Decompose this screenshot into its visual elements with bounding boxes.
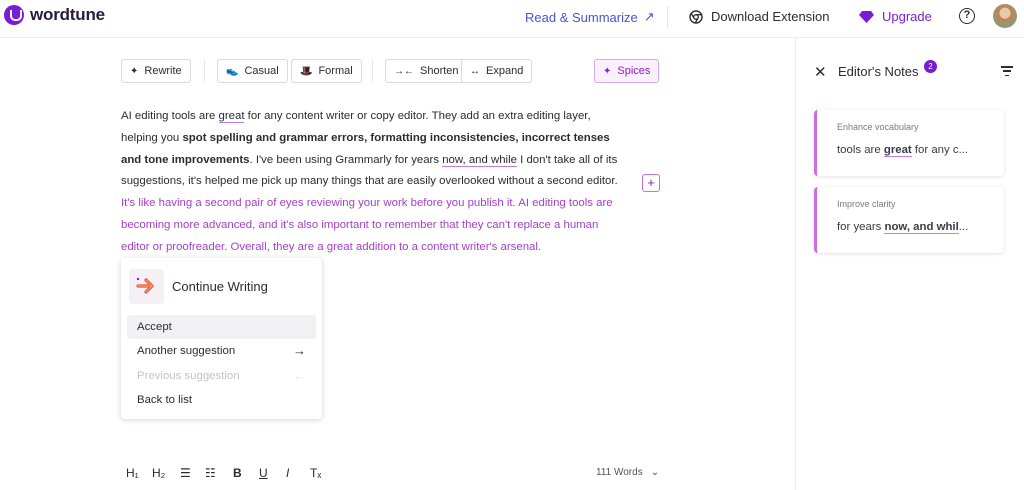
previous-suggestion-label: Previous suggestion (137, 370, 240, 382)
note-tag: Improve clarity (837, 199, 896, 209)
bullet-list-icon[interactable]: ☰ (180, 466, 191, 480)
filter-icon[interactable] (1001, 66, 1013, 79)
arrow-right-icon: → (293, 343, 306, 358)
back-to-list-option[interactable]: Back to list (127, 388, 316, 412)
plus-sparkle-icon: ✦ (603, 65, 612, 77)
word-count-dropdown[interactable]: 111 Words ⌄ (596, 467, 659, 478)
accept-option[interactable]: Accept (127, 315, 316, 339)
shorten-label: Shorten (420, 65, 459, 77)
read-summarize-link[interactable]: Read & Summarize ↗ (525, 9, 655, 25)
divider (667, 6, 668, 28)
chrome-icon (689, 9, 703, 24)
read-summarize-label: Read & Summarize (525, 9, 638, 25)
spices-label: Spices (617, 65, 651, 77)
rewrite-label: Rewrite (144, 65, 182, 77)
another-suggestion-label: Another suggestion (137, 345, 236, 357)
italic-button[interactable]: I (286, 466, 289, 480)
app-name: wordtune (30, 5, 105, 24)
note-pre: for years (837, 221, 885, 233)
avatar[interactable] (993, 4, 1017, 28)
popup-header: Continue Writing (129, 269, 268, 304)
logo-icon (4, 5, 24, 25)
text-run: AI editing tools are (121, 110, 219, 122)
heading1-button[interactable]: H₁ (126, 466, 139, 480)
formal-label: Formal (318, 65, 353, 77)
toolbar-divider (204, 61, 205, 81)
sparkle-icon: ✦ (130, 65, 139, 77)
editor-text[interactable]: AI editing tools are great for any conte… (121, 106, 621, 259)
external-arrow-icon: ↗ (643, 9, 655, 24)
casual-button[interactable]: 👟 Casual (217, 59, 288, 83)
continue-writing-icon (129, 269, 164, 304)
upgrade-label: Upgrade (882, 9, 932, 24)
top-bar: wordtune Read & Summarize ↗ Download Ext… (0, 0, 1024, 34)
underline-button[interactable]: U (259, 466, 268, 480)
rewrite-button[interactable]: ✦ Rewrite (121, 59, 191, 83)
note-tag: Enhance vocabulary (837, 122, 919, 132)
ai-suggestion-text[interactable]: It's like having a second pair of eyes r… (121, 197, 613, 253)
editors-notes-panel: ✕ Editor's Notes 2 Enhance vocabulary to… (795, 38, 1024, 490)
clear-format-button[interactable]: Tₓ (310, 466, 321, 480)
note-text: tools are great for any c... (837, 144, 969, 157)
arrow-left-icon: ← (293, 368, 306, 383)
close-icon[interactable]: ✕ (814, 63, 827, 81)
diamond-icon (859, 10, 874, 23)
upgrade-button[interactable]: Upgrade (859, 9, 932, 24)
note-text: for years now, and whil... (837, 221, 969, 234)
popup-title: Continue Writing (172, 279, 268, 294)
numbered-list-icon[interactable]: ☷ (205, 466, 216, 480)
hat-icon: 🎩 (300, 65, 313, 77)
word-count: 111 Words (596, 467, 643, 478)
another-suggestion-option[interactable]: Another suggestion → (127, 339, 316, 363)
note-post: ... (958, 221, 969, 233)
note-highlight: now, and whil (884, 221, 959, 234)
note-highlight: great (883, 144, 912, 157)
notes-count-badge: 2 (924, 60, 937, 73)
previous-suggestion-option[interactable]: Previous suggestion ← (127, 364, 316, 388)
shrink-icon: →← (394, 65, 414, 77)
text-run: . I've been using Grammarly for years (249, 153, 443, 166)
expand-label: Expand (486, 65, 524, 77)
highlighted-phrase-now-and-while[interactable]: now, and while (442, 153, 517, 167)
continue-writing-popup: Continue Writing Accept Another suggesti… (121, 258, 322, 419)
casual-label: Casual (244, 65, 279, 77)
sneaker-icon: 👟 (226, 65, 239, 77)
formal-button[interactable]: 🎩 Formal (291, 59, 362, 83)
add-spice-icon[interactable]: + (642, 174, 660, 192)
download-extension-label: Download Extension (711, 9, 830, 24)
note-pre: tools are (837, 144, 884, 156)
highlighted-word-great[interactable]: great (218, 110, 245, 123)
chevron-down-icon: ⌄ (650, 467, 660, 478)
expand-icon: ↔ (470, 65, 480, 77)
help-icon[interactable]: ? (959, 8, 975, 24)
wordtune-logo[interactable]: wordtune (4, 5, 105, 25)
download-extension-button[interactable]: Download Extension (689, 9, 830, 24)
expand-button[interactable]: ↔ Expand (461, 59, 533, 83)
heading2-button[interactable]: H₂ (152, 466, 165, 480)
note-card-vocabulary[interactable]: Enhance vocabulary tools are great for a… (814, 110, 1004, 176)
panel-title: Editor's Notes (838, 64, 919, 79)
note-card-clarity[interactable]: Improve clarity for years now, and whil.… (814, 187, 1004, 253)
spices-button[interactable]: ✦ Spices (594, 59, 660, 83)
note-post: for any c... (911, 144, 969, 156)
bold-button[interactable]: B (233, 466, 242, 480)
toolbar-divider (372, 61, 373, 81)
shorten-button[interactable]: →← Shorten (385, 59, 468, 83)
